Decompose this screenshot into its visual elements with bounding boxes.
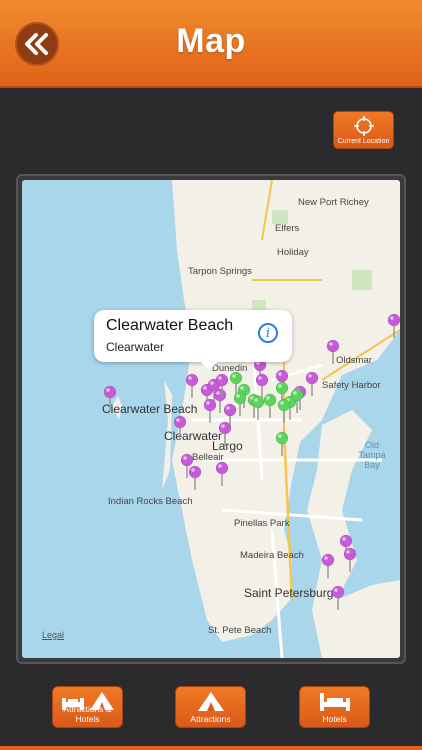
map-pin[interactable] bbox=[185, 373, 199, 398]
callout-subtitle: Clearwater bbox=[106, 340, 165, 354]
map-callout[interactable]: Clearwater Beach Clearwater i bbox=[94, 310, 292, 371]
hotels-button[interactable]: Hotels bbox=[299, 686, 370, 728]
bed-icon bbox=[320, 693, 350, 711]
attractions-hotels-label: Attractions & Hotels bbox=[63, 704, 112, 724]
bottom-accent-bar bbox=[0, 746, 422, 750]
map-pin[interactable] bbox=[343, 547, 357, 572]
map-pin[interactable] bbox=[275, 431, 289, 456]
attractions-button[interactable]: Attractions bbox=[175, 686, 246, 728]
map-pin[interactable] bbox=[305, 371, 319, 396]
map-view[interactable]: New Port Richey Elfers Holiday Tarpon Sp… bbox=[22, 180, 400, 658]
map-pin[interactable] bbox=[188, 465, 202, 490]
tent-icon bbox=[198, 692, 224, 711]
legal-link[interactable]: Legal bbox=[42, 630, 64, 640]
map-pin[interactable] bbox=[321, 553, 335, 578]
info-icon[interactable]: i bbox=[258, 323, 278, 343]
map-pin[interactable] bbox=[331, 585, 345, 610]
map-pin[interactable] bbox=[255, 373, 269, 398]
page-title: Map bbox=[176, 22, 246, 60]
current-location-label: Current Location bbox=[337, 138, 390, 145]
map-pin[interactable] bbox=[203, 398, 217, 423]
map-pin[interactable] bbox=[103, 385, 117, 410]
attractions-hotels-button[interactable]: Attractions & Hotels bbox=[52, 686, 123, 728]
crosshair-icon bbox=[354, 116, 374, 136]
map-pin[interactable] bbox=[326, 339, 340, 364]
map-pin[interactable] bbox=[215, 461, 229, 486]
map-pin[interactable] bbox=[263, 393, 277, 418]
hotels-label: Hotels bbox=[322, 714, 347, 724]
map-pin[interactable] bbox=[277, 398, 291, 423]
map-pin[interactable] bbox=[173, 415, 187, 440]
callout-title: Clearwater Beach bbox=[106, 317, 234, 334]
map-pin[interactable] bbox=[218, 421, 232, 446]
map-pins bbox=[103, 313, 400, 610]
header-bar: Map bbox=[0, 0, 422, 88]
map-pin[interactable] bbox=[387, 313, 400, 338]
attractions-label: Attractions bbox=[190, 714, 231, 724]
current-location-button[interactable]: Current Location bbox=[333, 111, 394, 149]
